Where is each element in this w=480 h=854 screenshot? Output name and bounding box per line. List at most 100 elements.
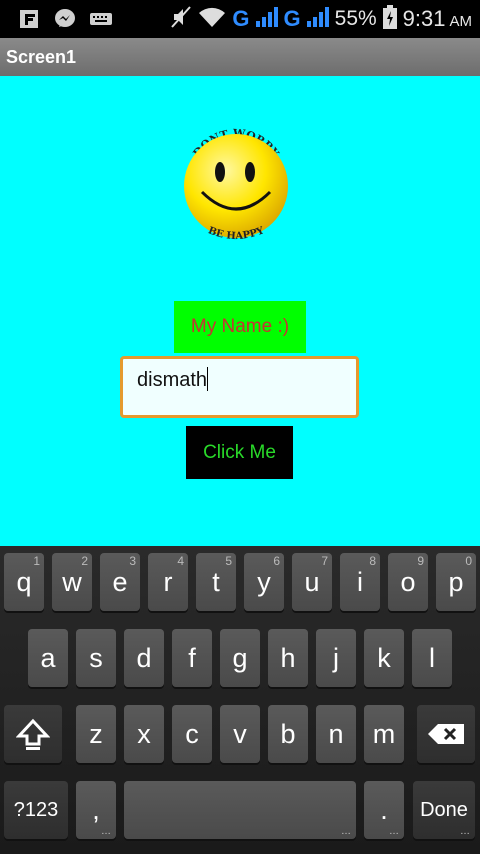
smiley-left-eye xyxy=(215,162,225,182)
key-t-label: t xyxy=(212,566,220,597)
smiley-face xyxy=(184,134,288,238)
key-c-label: c xyxy=(185,718,199,749)
messenger-icon xyxy=(54,8,76,30)
key-t[interactable]: t5 xyxy=(196,553,236,611)
key-w-hint: 2 xyxy=(81,554,88,568)
key-w[interactable]: w2 xyxy=(52,553,92,611)
key-l[interactable]: l xyxy=(412,629,452,687)
key-i-label: i xyxy=(357,566,363,597)
comma-key-more-indicator: … xyxy=(101,826,111,837)
key-b-label: b xyxy=(280,718,296,749)
key-p[interactable]: p0 xyxy=(436,553,476,611)
key-o-hint: 9 xyxy=(417,554,424,568)
key-n-label: n xyxy=(328,718,344,749)
key-f[interactable]: f xyxy=(172,629,212,687)
system-indicators: G G 55% 9:31 AM xyxy=(170,4,472,34)
comma-key-label: , xyxy=(92,794,100,825)
symbols-key-label: ?123 xyxy=(13,798,59,821)
signal-icon-2 xyxy=(306,6,329,33)
click-me-button[interactable]: Click Me xyxy=(186,426,293,479)
done-key-more-indicator: … xyxy=(460,826,470,837)
key-h[interactable]: h xyxy=(268,629,308,687)
key-n[interactable]: n xyxy=(316,705,356,763)
key-e[interactable]: e3 xyxy=(100,553,140,611)
key-u-label: u xyxy=(304,566,320,597)
key-r[interactable]: r4 xyxy=(148,553,188,611)
key-a-label: a xyxy=(40,642,56,673)
key-q-hint: 1 xyxy=(33,554,40,568)
key-g[interactable]: g xyxy=(220,629,260,687)
key-p-hint: 0 xyxy=(465,554,472,568)
key-p-label: p xyxy=(448,566,464,597)
key-g-label: g xyxy=(232,642,248,673)
key-t-hint: 5 xyxy=(225,554,232,568)
shift-key[interactable] xyxy=(4,705,62,763)
key-j[interactable]: j xyxy=(316,629,356,687)
key-x[interactable]: x xyxy=(124,705,164,763)
notification-icons xyxy=(18,8,112,30)
smiley-image: DONT WORRY BE HAPPY xyxy=(184,127,288,242)
battery-percent: 55% xyxy=(334,7,377,30)
key-a[interactable]: a xyxy=(28,629,68,687)
network-type-2: G xyxy=(283,6,301,31)
comma-key[interactable]: ,… xyxy=(76,781,116,839)
name-text-input[interactable]: dismath xyxy=(120,356,359,418)
period-key[interactable]: .… xyxy=(364,781,404,839)
key-r-label: r xyxy=(163,566,173,597)
soft-keyboard: q 1 w 2 e 3 r 4 t 5 y 6 u 7 i 8 o 9 p 0 a s d f g h j k l z x c v b n m ?123… xyxy=(0,546,480,854)
key-k[interactable]: k xyxy=(364,629,404,687)
key-i[interactable]: i8 xyxy=(340,553,380,611)
keyboard-icon xyxy=(90,8,112,30)
key-o-label: o xyxy=(400,566,416,597)
screen-title: Screen1 xyxy=(6,47,77,67)
smiley-right-eye xyxy=(245,162,255,182)
key-m[interactable]: m xyxy=(364,705,404,763)
done-key[interactable]: Done … xyxy=(413,781,475,839)
key-e-hint: 3 xyxy=(129,554,136,568)
key-q-label: q xyxy=(16,566,32,597)
key-r-hint: 4 xyxy=(177,554,184,568)
battery-icon xyxy=(382,4,397,34)
shift-icon xyxy=(16,718,50,750)
key-v[interactable]: v xyxy=(220,705,260,763)
text-caret xyxy=(207,367,209,391)
clock-time: 9:31 xyxy=(402,6,446,31)
key-s[interactable]: s xyxy=(76,629,116,687)
key-c[interactable]: c xyxy=(172,705,212,763)
backspace-key[interactable] xyxy=(417,705,475,763)
network-type-1: G xyxy=(232,6,250,31)
key-k-label: k xyxy=(377,642,391,673)
key-j-label: j xyxy=(333,642,339,673)
done-key-label: Done xyxy=(420,798,468,821)
key-y-label: y xyxy=(257,566,271,597)
key-s-label: s xyxy=(89,642,103,673)
key-u[interactable]: u7 xyxy=(292,553,332,611)
name-label: My Name :) xyxy=(174,301,306,353)
key-b[interactable]: b xyxy=(268,705,308,763)
symbols-key[interactable]: ?123 xyxy=(4,781,68,839)
key-e-label: e xyxy=(112,566,128,597)
signal-icon-1 xyxy=(255,6,278,33)
mute-icon xyxy=(170,5,192,34)
key-d[interactable]: d xyxy=(124,629,164,687)
clock-ampm: AM xyxy=(449,12,473,30)
space-key-more-indicator: … xyxy=(341,826,351,837)
key-o[interactable]: o9 xyxy=(388,553,428,611)
key-y[interactable]: y6 xyxy=(244,553,284,611)
key-y-hint: 6 xyxy=(273,554,280,568)
key-q[interactable]: q1 xyxy=(4,553,44,611)
period-key-more-indicator: … xyxy=(389,826,399,837)
space-key[interactable]: … xyxy=(124,781,356,839)
key-z-label: z xyxy=(89,718,103,749)
app-screen: DONT WORRY BE HAPPY My Name :) dismath C… xyxy=(0,76,480,546)
key-z[interactable]: z xyxy=(76,705,116,763)
key-h-label: h xyxy=(280,642,296,673)
key-w-label: w xyxy=(62,566,82,597)
status-bar: G G 55% 9:31 AM xyxy=(0,0,480,38)
flipboard-icon xyxy=(18,8,40,30)
key-x-label: x xyxy=(137,718,151,749)
key-d-label: d xyxy=(136,642,152,673)
period-key-label: . xyxy=(380,794,388,825)
text-input-value: dismath xyxy=(137,369,208,391)
key-f-label: f xyxy=(188,642,196,673)
